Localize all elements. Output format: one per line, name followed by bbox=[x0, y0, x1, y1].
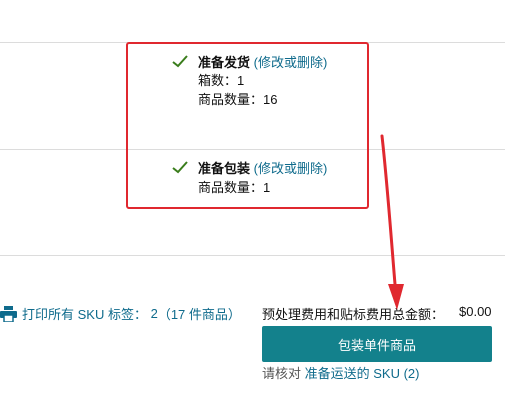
pack-individual-units-button[interactable]: 包装单件商品 bbox=[262, 326, 492, 362]
print-label: 打印所有 SKU 标签： bbox=[22, 307, 147, 322]
fee-total-amount: $0.00 bbox=[459, 304, 492, 319]
divider bbox=[0, 255, 505, 256]
print-sku-labels-link[interactable]: 打印所有 SKU 标签： 2 （17 件商品） bbox=[0, 304, 241, 323]
fee-total-label: 预处理费用和贴标费用总金额： bbox=[262, 307, 445, 322]
printer-icon bbox=[0, 305, 17, 322]
annotation-highlight-box bbox=[126, 42, 369, 209]
review-skus-line: 请核对 准备运送的 SKU (2) bbox=[262, 363, 419, 382]
review-skus-link[interactable]: 准备运送的 SKU (2) bbox=[305, 366, 420, 381]
print-count: 2 bbox=[150, 306, 158, 321]
review-prefix: 请核对 bbox=[262, 366, 302, 381]
print-detail: （17 件商品） bbox=[157, 307, 241, 322]
